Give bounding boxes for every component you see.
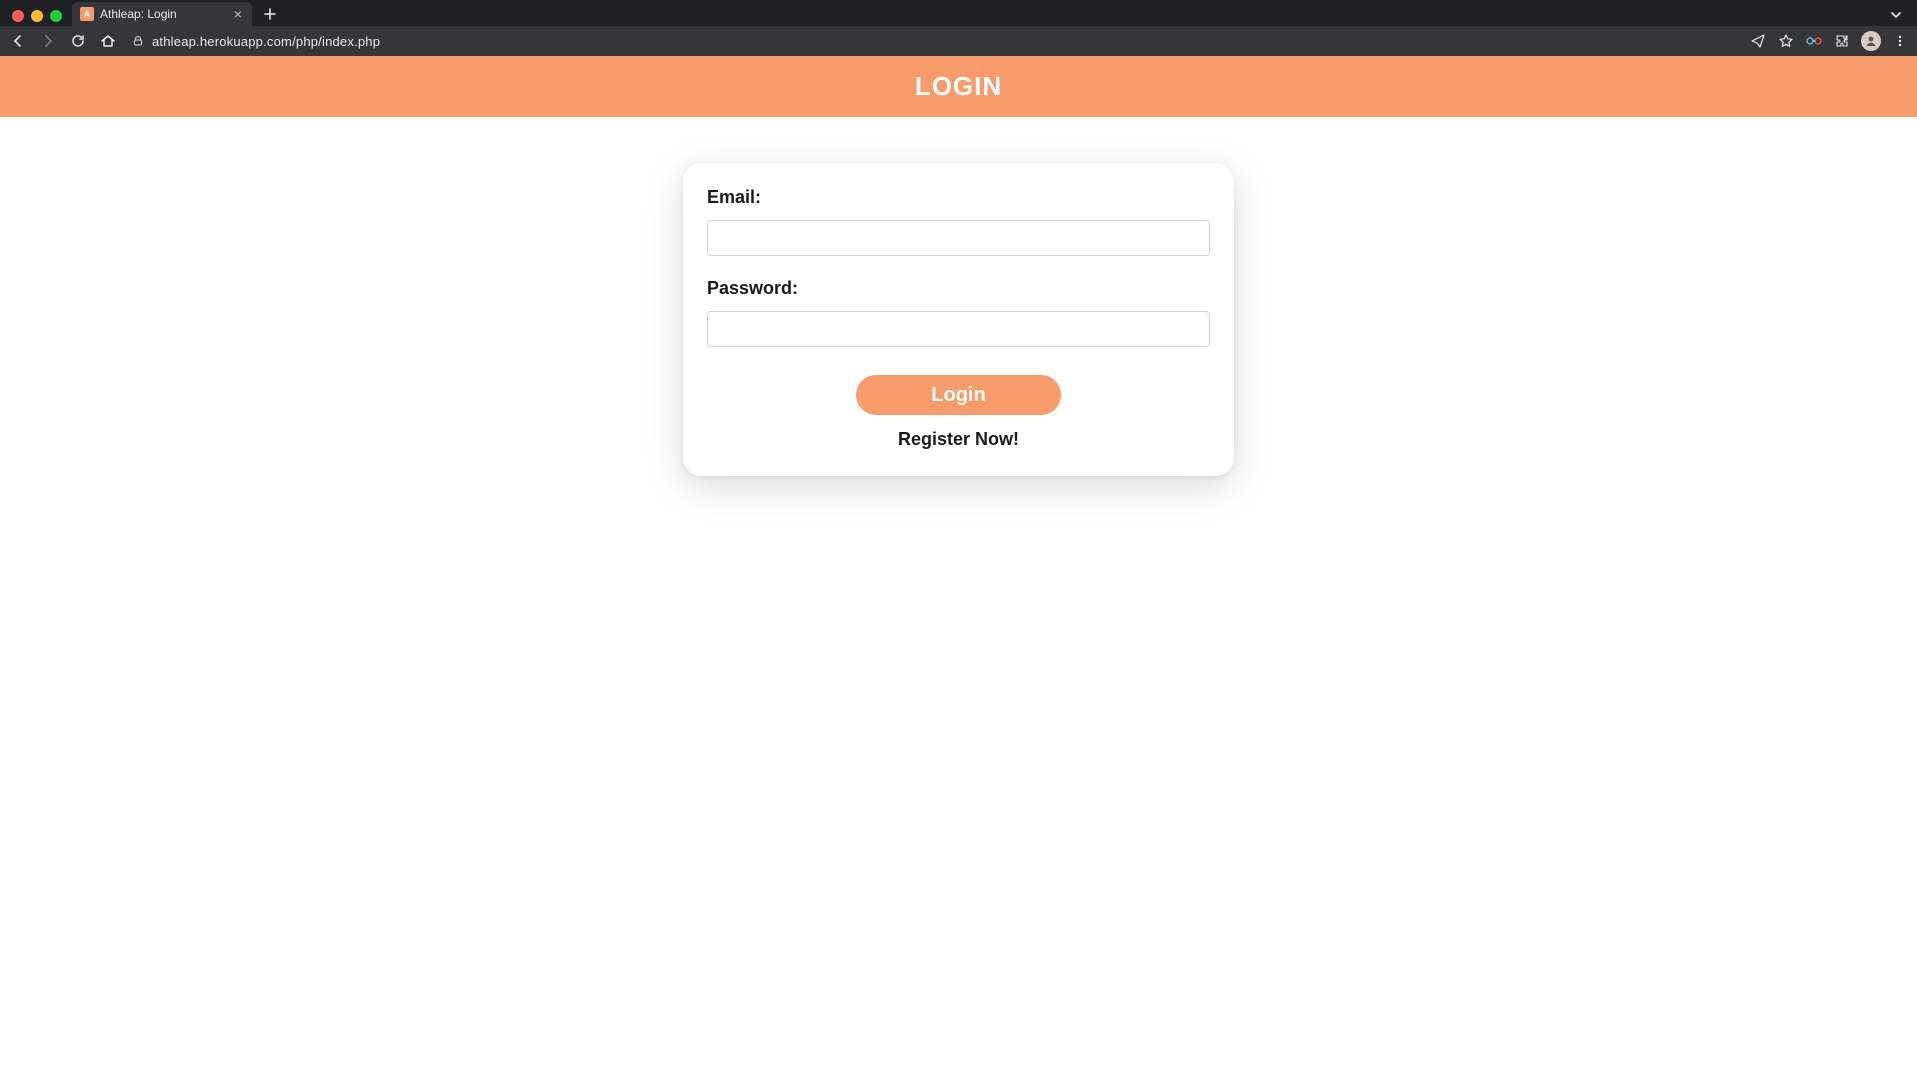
arrow-left-icon (10, 33, 26, 49)
arrow-right-icon (40, 33, 56, 49)
profile-avatar[interactable] (1861, 31, 1881, 51)
window-close-button[interactable] (12, 10, 24, 22)
reload-icon (70, 33, 86, 49)
tab-favicon: A (80, 7, 94, 21)
tab-strip: A Athleap: Login × (0, 0, 1917, 26)
nav-reload-button[interactable] (68, 31, 88, 51)
star-icon (1778, 33, 1794, 49)
chrome-menu-button[interactable] (1891, 32, 1909, 50)
browser-tab-active[interactable]: A Athleap: Login × (72, 2, 252, 26)
home-icon (100, 33, 116, 49)
register-link[interactable]: Register Now! (898, 429, 1019, 450)
login-card: Email: Password: Login Register Now! (683, 163, 1234, 476)
tabs-overflow-button[interactable] (1889, 8, 1903, 22)
page-title: LOGIN (915, 71, 1002, 102)
login-button[interactable]: Login (856, 375, 1061, 415)
browser-toolbar: athleap.herokuapp.com/php/index.php (0, 26, 1917, 56)
glasses-icon (1805, 35, 1823, 47)
chevron-down-icon (1889, 8, 1903, 22)
nav-back-button[interactable] (8, 31, 28, 51)
puzzle-icon (1834, 33, 1850, 49)
plus-icon (264, 8, 276, 20)
lock-icon (132, 35, 144, 47)
browser-chrome: A Athleap: Login × athleap.herok (0, 0, 1917, 56)
tab-title: Athleap: Login (100, 7, 226, 21)
form-actions: Login Register Now! (707, 375, 1210, 450)
email-input[interactable] (707, 220, 1210, 256)
window-zoom-button[interactable] (50, 10, 62, 22)
extension-glasses[interactable] (1805, 32, 1823, 50)
window-minimize-button[interactable] (31, 10, 43, 22)
page-header: LOGIN (0, 56, 1917, 117)
address-bar-url: athleap.herokuapp.com/php/index.php (152, 34, 380, 49)
paper-plane-icon (1750, 33, 1766, 49)
password-label: Password: (707, 278, 1210, 299)
window-controls (12, 10, 62, 22)
address-bar[interactable]: athleap.herokuapp.com/php/index.php (132, 30, 1739, 52)
new-tab-button[interactable] (260, 4, 280, 24)
avatar-icon (1864, 34, 1878, 48)
email-label: Email: (707, 187, 1210, 208)
nav-home-button[interactable] (98, 31, 118, 51)
extensions-button[interactable] (1833, 32, 1851, 50)
tab-close-button[interactable]: × (232, 7, 244, 21)
password-input[interactable] (707, 311, 1210, 347)
login-card-wrapper: Email: Password: Login Register Now! (0, 117, 1917, 476)
bookmark-button[interactable] (1777, 32, 1795, 50)
send-icon[interactable] (1749, 32, 1767, 50)
nav-forward-button[interactable] (38, 31, 58, 51)
page-content: LOGIN Email: Password: Login Register No… (0, 56, 1917, 476)
kebab-icon (1893, 34, 1907, 48)
